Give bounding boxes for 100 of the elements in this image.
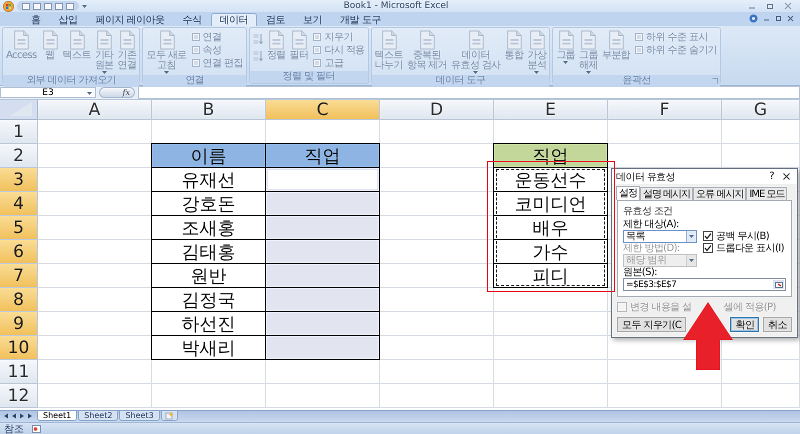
name-box[interactable]: E3 <box>0 87 96 98</box>
grid-cell[interactable] <box>608 120 722 144</box>
dialog-tab[interactable]: 설정 <box>616 186 640 200</box>
column-header[interactable]: F <box>608 100 722 120</box>
dialog-launcher-icon[interactable] <box>712 78 718 84</box>
grid-cell[interactable] <box>494 360 608 384</box>
row-header[interactable]: 12 <box>0 384 38 408</box>
insert-function-button[interactable]: fx <box>99 87 135 98</box>
sheet-tab[interactable]: Sheet1 <box>37 411 78 421</box>
caret-icon <box>689 235 694 238</box>
close-icon[interactable] <box>784 2 792 10</box>
close-icon[interactable] <box>787 15 794 22</box>
sheet-tab[interactable]: Sheet2 <box>78 411 118 421</box>
grid-cell[interactable] <box>380 312 494 336</box>
help-button[interactable]: ? <box>763 171 780 182</box>
row-header[interactable]: 4 <box>0 192 38 216</box>
ribbon-tab[interactable]: 보기 <box>294 13 332 26</box>
grid-cell[interactable] <box>266 360 380 384</box>
grid-cell[interactable] <box>152 384 266 408</box>
next-sheet-icon[interactable] <box>19 413 25 419</box>
row-header[interactable]: 10 <box>0 336 38 360</box>
grid-cell[interactable] <box>494 288 608 312</box>
sheet-tab[interactable]: Sheet3 <box>119 411 160 421</box>
column-header[interactable]: D <box>380 100 494 120</box>
last-sheet-icon[interactable] <box>27 413 33 419</box>
ribbon-tab[interactable]: 페이지 레이아웃 <box>86 13 174 26</box>
grid-cell[interactable] <box>38 120 152 144</box>
grid-cell[interactable] <box>380 336 494 360</box>
ribbon-tab[interactable]: 홈 <box>22 13 50 26</box>
macro-record-icon[interactable] <box>32 424 41 432</box>
grid-cell[interactable] <box>722 384 800 408</box>
formula-input[interactable] <box>138 86 800 99</box>
table-cell: 배우 <box>494 216 608 240</box>
first-sheet-icon[interactable] <box>3 413 9 419</box>
column-header[interactable]: B <box>152 100 266 120</box>
grid-cell[interactable] <box>494 384 608 408</box>
grid-cell[interactable] <box>380 120 494 144</box>
insert-sheet-button[interactable] <box>160 411 178 421</box>
document-icon <box>95 30 114 50</box>
grid-cell[interactable] <box>380 360 494 384</box>
grid-cell[interactable] <box>722 360 800 384</box>
group-caption: 윤곽선 <box>622 75 651 86</box>
dialog-tab[interactable]: 설명 메시지 <box>640 187 694 200</box>
column-header[interactable]: A <box>38 100 152 120</box>
document-icon <box>40 30 59 50</box>
document-icon <box>12 30 30 50</box>
close-button[interactable] <box>780 173 793 180</box>
select-all-button[interactable] <box>0 100 38 120</box>
previous-sheet-icon[interactable] <box>11 413 17 419</box>
small-document-icon <box>190 44 201 54</box>
dialog-button[interactable]: 확인 <box>730 317 760 332</box>
dialog-tab[interactable]: 오류 메시지 <box>693 187 746 200</box>
grid-cell[interactable] <box>380 288 494 312</box>
dialog-button[interactable]: 취소 <box>763 317 792 332</box>
field-label: 제한 대상(A): <box>623 219 680 230</box>
grid-cell[interactable] <box>152 360 266 384</box>
grid-cell[interactable] <box>494 336 608 360</box>
grid-cell[interactable] <box>266 384 380 408</box>
ribbon-tab[interactable]: 삽입 <box>50 13 86 26</box>
ribbon-tab[interactable]: 데이터 <box>210 13 258 26</box>
row-header[interactable]: 6 <box>0 240 38 264</box>
grid-cell[interactable] <box>38 360 152 384</box>
ribbon-tab[interactable]: 검토 <box>257 13 294 26</box>
grid-cell[interactable] <box>722 120 800 144</box>
ribbon-tab[interactable]: 수식 <box>174 13 211 26</box>
range-select-button[interactable] <box>773 280 784 289</box>
column-header[interactable]: C <box>266 100 380 120</box>
grid-cell[interactable] <box>608 384 722 408</box>
row-header[interactable]: 1 <box>0 120 38 144</box>
checkbox-label: 셀에 적용(P) <box>724 301 776 314</box>
row-header[interactable]: 7 <box>0 264 38 288</box>
checkbox-label: 변경 내용을 설 <box>630 301 692 314</box>
help-icon[interactable] <box>749 14 758 23</box>
status-text: 참조 <box>4 422 24 434</box>
table-cell: 코미디언 <box>494 192 608 216</box>
range-select-icon <box>774 282 782 288</box>
checkbox[interactable] <box>703 243 713 253</box>
ribbon-tab[interactable]: 개발 도구 <box>331 13 390 26</box>
table-cell: 가수 <box>494 240 608 264</box>
dropdown[interactable]: 목록 <box>623 230 697 243</box>
row-header[interactable]: 3 <box>0 168 38 192</box>
dialog-button[interactable]: 모두 지우기(C <box>617 317 686 332</box>
row-header[interactable]: 11 <box>0 360 38 384</box>
input-field[interactable]: =$E$3:$E$7 <box>623 278 786 291</box>
row-header[interactable]: 9 <box>0 312 38 336</box>
checkbox[interactable] <box>703 231 713 241</box>
document-icon <box>528 30 546 50</box>
small-document-icon <box>312 58 322 68</box>
dialog-tab[interactable]: IME 모드 <box>746 187 788 200</box>
row-header[interactable]: 2 <box>0 144 38 168</box>
grid-cell[interactable] <box>38 384 152 408</box>
row-header[interactable]: 5 <box>0 216 38 240</box>
row-header[interactable]: 8 <box>0 288 38 312</box>
office-button[interactable] <box>3 0 14 12</box>
column-header[interactable]: E <box>494 100 608 120</box>
group-caption: 데이터 도구 <box>436 75 486 86</box>
grid-cell[interactable] <box>380 384 494 408</box>
grid-cell[interactable] <box>494 312 608 336</box>
column-header[interactable]: G <box>722 100 800 120</box>
checkbox-label: 공백 무시(B) <box>716 230 770 243</box>
